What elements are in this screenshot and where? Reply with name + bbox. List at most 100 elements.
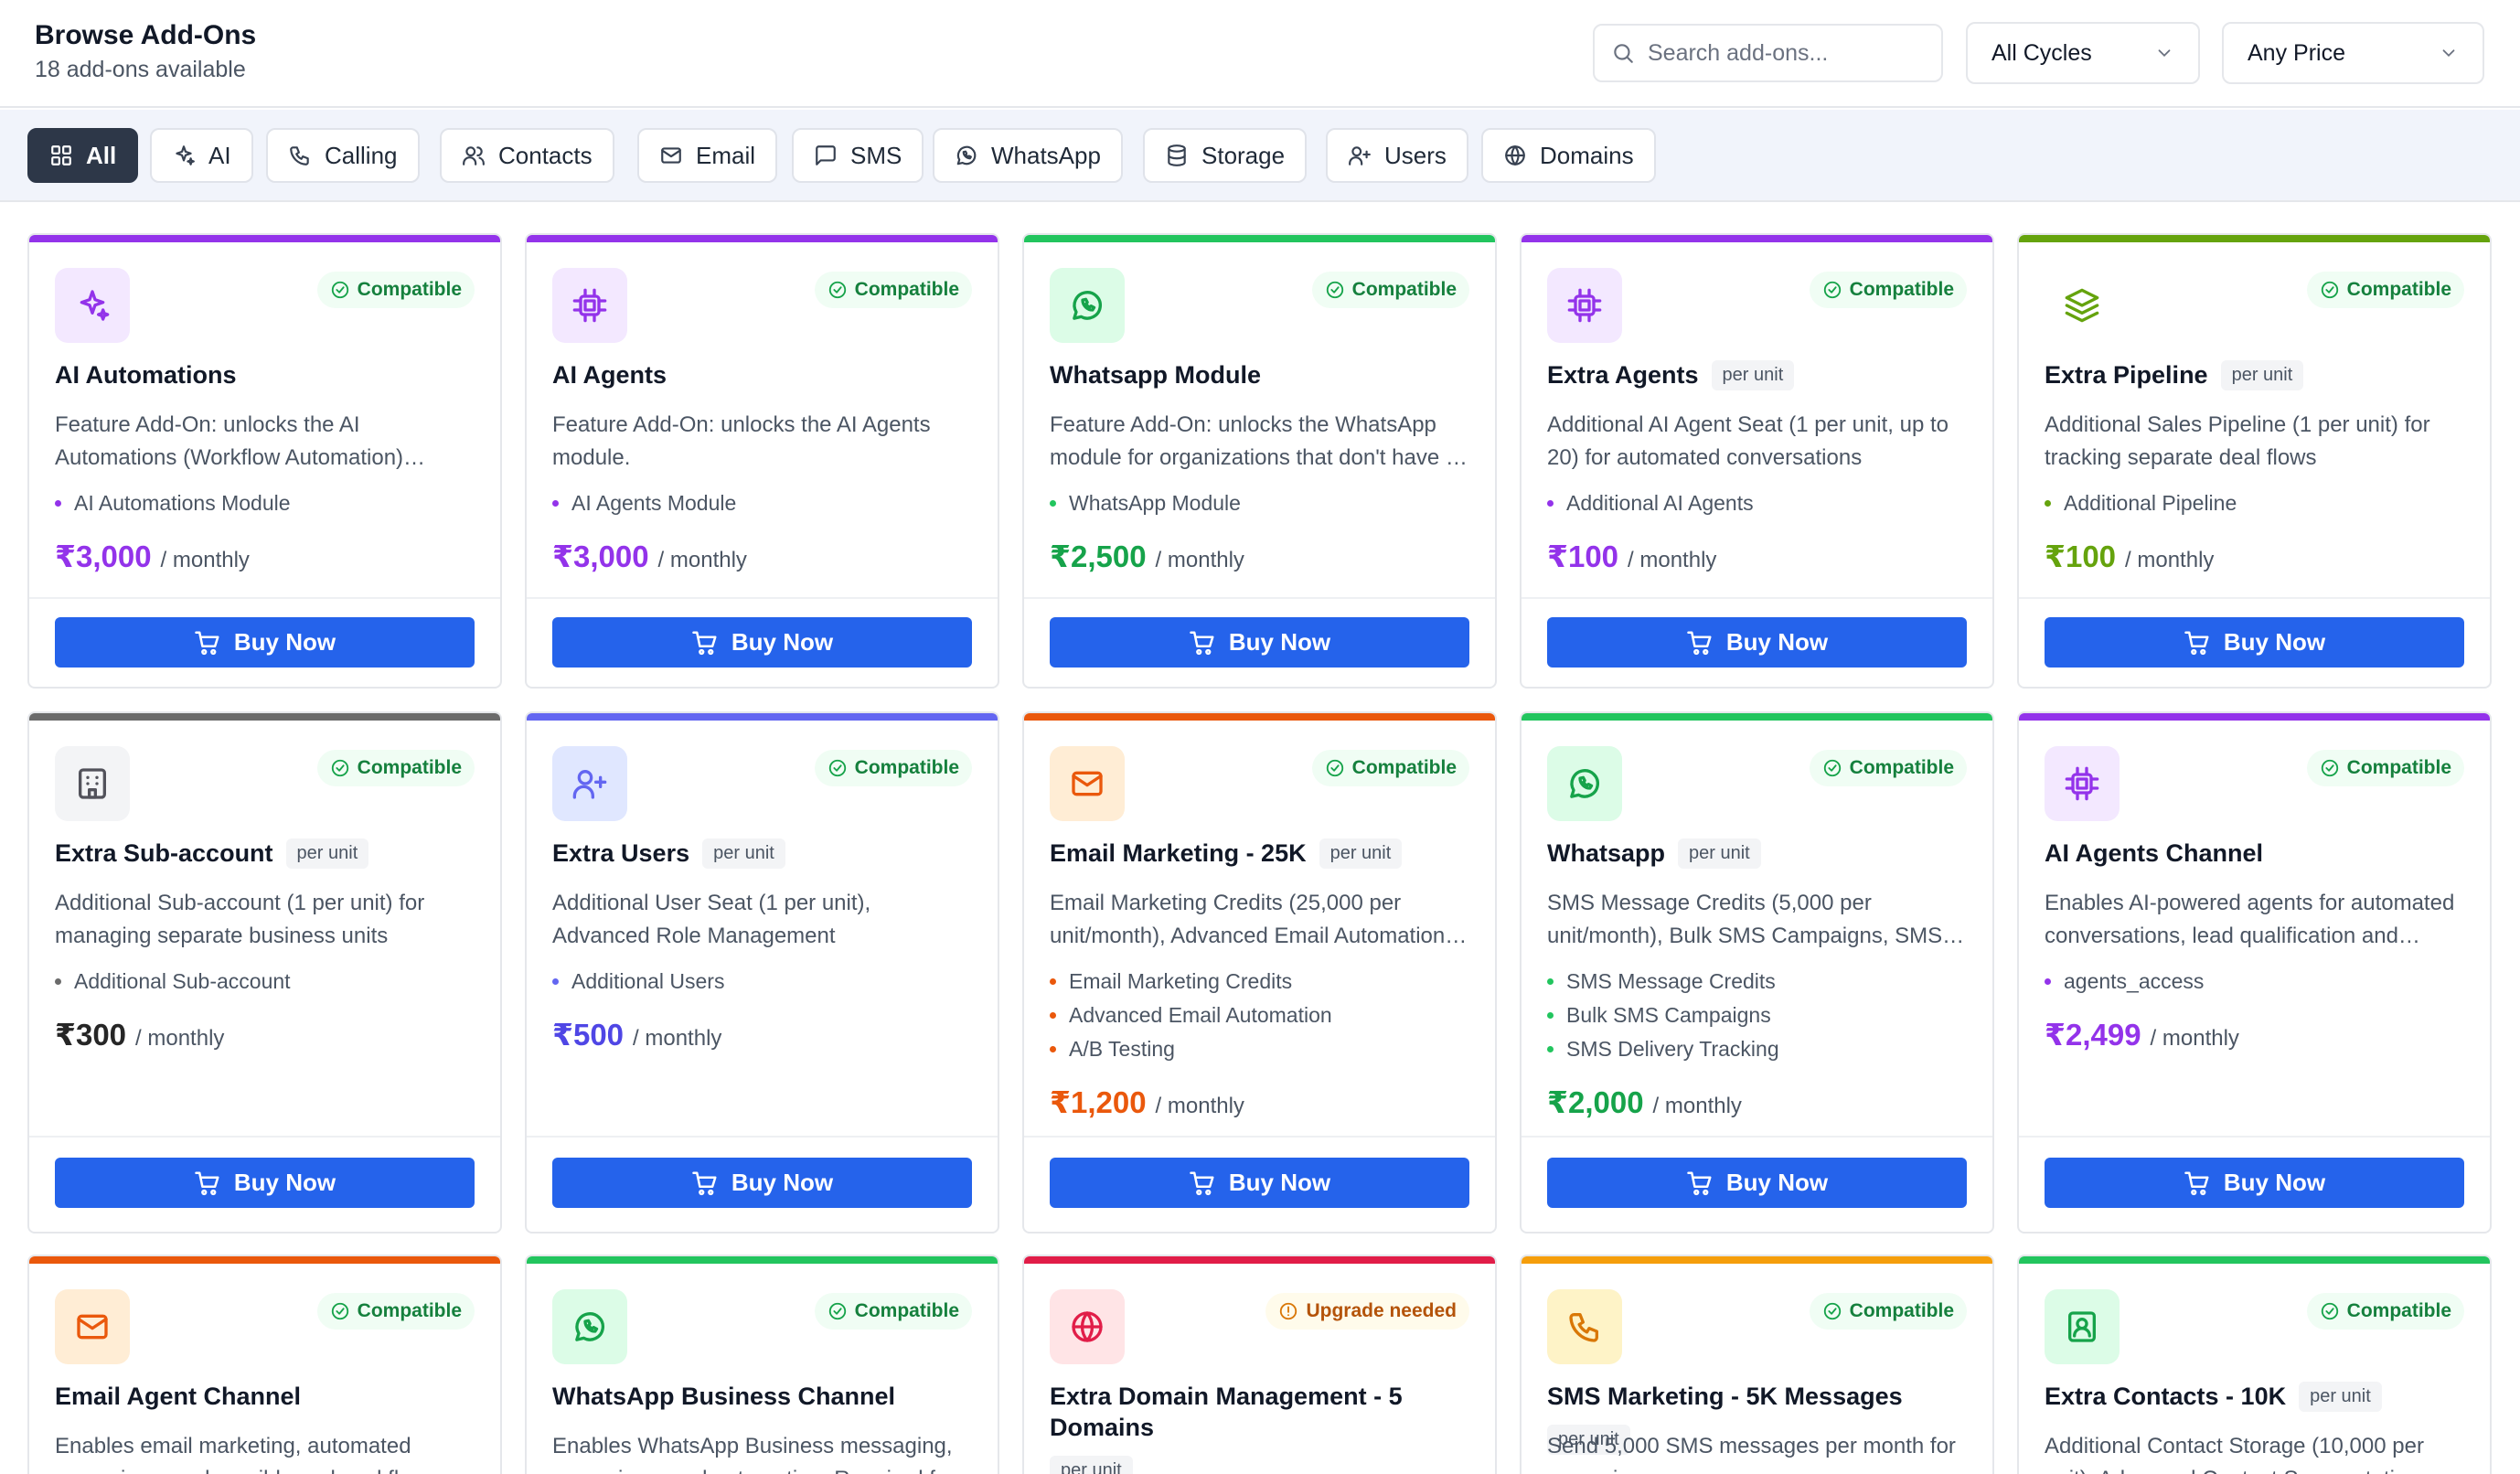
addon-card[interactable]: Compatible Extra Sub-account per unit Addit…: [27, 711, 502, 1234]
card-title-row: Whatsapp per unit: [1547, 838, 1967, 869]
per-unit-tag: per unit: [1678, 838, 1761, 869]
price-select[interactable]: Any Price: [2222, 22, 2484, 84]
feature-label: AI Automations Module: [74, 491, 291, 515]
addon-card[interactable]: Compatible Extra Agents per unit Additional…: [1520, 233, 1994, 689]
feature-label: Bulk SMS Campaigns: [1566, 1003, 1771, 1027]
buy-now-button[interactable]: Buy Now: [55, 617, 475, 668]
billing-period: / monthly: [135, 1026, 225, 1051]
feature-list: Additional Sub-account: [55, 965, 475, 999]
buy-now-button[interactable]: Buy Now: [552, 617, 972, 668]
tab-whatsapp[interactable]: WhatsApp: [933, 128, 1123, 183]
buy-now-label: Buy Now: [233, 1169, 336, 1196]
addon-description: Feature Add-On: unlocks the WhatsApp mod…: [1050, 412, 1457, 470]
addon-name: Email Agent Channel: [55, 1383, 302, 1410]
addon-card[interactable]: Compatible Extra Users per unit Additional …: [525, 711, 999, 1234]
badge-label: Compatible: [1849, 757, 1954, 778]
buy-now-button[interactable]: Buy Now: [1050, 617, 1469, 668]
addon-name: Extra Users: [552, 839, 690, 867]
cart-icon: [692, 631, 717, 655]
buy-now-button[interactable]: Buy Now: [55, 1158, 475, 1208]
message-icon: [816, 145, 836, 166]
check-circle-icon: [1326, 759, 1343, 777]
check-circle-icon: [331, 1302, 348, 1320]
feature-label: Additional Sub-account: [74, 969, 291, 993]
buy-now-label: Buy Now: [2223, 1169, 2326, 1196]
price-amount: ₹100: [2045, 539, 2117, 573]
price-amount: ₹3,000: [552, 539, 649, 573]
addon-description: Additional AI Agent Seat (1 per unit, up…: [1547, 412, 1949, 470]
card-icon-box: [55, 1289, 130, 1364]
addon-card[interactable]: Compatible Email Agent Channel Enables ema…: [27, 1255, 502, 1474]
addon-card[interactable]: Compatible Extra Pipeline per unit Addition…: [2017, 233, 2492, 689]
page-title: Browse Add-Ons: [35, 20, 257, 50]
whatsapp-icon: [1570, 769, 1599, 798]
feature-label: Advanced Email Automation: [1069, 1003, 1332, 1027]
card-title-row: Email Marketing - 25K per unit: [1050, 838, 1469, 869]
addon-card[interactable]: Compatible AI Automations Feature Add-On: …: [27, 233, 502, 689]
addon-card[interactable]: Compatible AI Agents Feature Add-On: unloc…: [525, 233, 999, 689]
addon-name: Extra Domain Management - 5 Domains: [1050, 1383, 1403, 1441]
tab-label: SMS: [850, 141, 902, 169]
tab-ai[interactable]: AI: [150, 128, 253, 183]
billing-cycle-select[interactable]: All Cycles: [1966, 22, 2200, 84]
addon-name: SMS Marketing - 5K Messages: [1547, 1383, 1903, 1410]
buy-now-button[interactable]: Buy Now: [1547, 1158, 1967, 1208]
card-footer: Buy Now: [29, 1136, 500, 1232]
card-accent-strip: [1522, 235, 1992, 242]
search-box[interactable]: [1593, 24, 1943, 82]
users-icon: [463, 146, 485, 166]
whatsapp-icon: [956, 145, 977, 166]
feature-item: Email Marketing Credits: [1050, 965, 1469, 999]
card-icon-box: [552, 268, 627, 343]
compatible-badge: Compatible: [1809, 750, 1967, 786]
addon-card[interactable]: Compatible Extra Contacts - 10K per unit Ad…: [2017, 1255, 2492, 1474]
billing-cycle-value: All Cycles: [1991, 39, 2092, 66]
tab-calling[interactable]: Calling: [266, 128, 420, 183]
tab-storage[interactable]: Storage: [1143, 128, 1308, 183]
addon-card[interactable]: Compatible Whatsapp per unit SMS Message Cr…: [1520, 711, 1994, 1234]
card-icon-box: [1050, 268, 1125, 343]
contact-icon: [2068, 1311, 2096, 1342]
search-input[interactable]: [1648, 39, 1922, 67]
addon-card[interactable]: Upgrade needed Extra Domain Management - …: [1022, 1255, 1497, 1474]
billing-period: / monthly: [1652, 1094, 1742, 1118]
tab-users[interactable]: Users: [1326, 128, 1468, 183]
cart-icon: [1190, 1171, 1214, 1195]
buy-now-button[interactable]: Buy Now: [2045, 1158, 2464, 1208]
tab-all[interactable]: All: [27, 128, 139, 183]
buy-now-button[interactable]: Buy Now: [1547, 617, 1967, 668]
buy-now-button[interactable]: Buy Now: [2045, 617, 2464, 668]
tab-sms[interactable]: SMS: [792, 128, 924, 183]
cart-icon: [2184, 631, 2209, 655]
feature-item: Additional Pipeline: [2045, 486, 2464, 520]
addon-card[interactable]: Compatible WhatsApp Business Channel Enabl…: [525, 1255, 999, 1474]
tab-contacts[interactable]: Contacts: [440, 128, 614, 183]
feature-item: AI Automations Module: [55, 486, 475, 520]
cart-icon: [1687, 1171, 1712, 1195]
addon-description: Additional Contact Storage (10,000 per u…: [2045, 1434, 2424, 1474]
addon-card[interactable]: Compatible Whatsapp Module Feature Add-On:…: [1022, 233, 1497, 689]
feature-label: Additional AI Agents: [1566, 491, 1754, 515]
buy-now-button[interactable]: Buy Now: [552, 1158, 972, 1208]
buy-now-button[interactable]: Buy Now: [1050, 1158, 1469, 1208]
chevron-down-icon: [2158, 49, 2171, 58]
addon-card[interactable]: Compatible AI Agents Channel Enables AI-po…: [2017, 711, 2492, 1234]
tab-domains[interactable]: Domains: [1481, 128, 1656, 183]
addon-card[interactable]: Compatible SMS Marketing - 5K Messages per…: [1520, 1255, 1994, 1474]
card-footer: Buy Now: [527, 597, 998, 687]
feature-list: Email Marketing Credits Advanced Email Au…: [1050, 965, 1469, 1066]
bullet-dot: [1050, 1012, 1056, 1019]
card-footer: Buy Now: [1024, 1136, 1495, 1232]
addon-name: WhatsApp Business Channel: [552, 1383, 896, 1410]
price-row: ₹2,500 / monthly: [1050, 539, 1244, 574]
addon-card[interactable]: Compatible Email Marketing - 25K per unit E…: [1022, 711, 1497, 1234]
tab-email[interactable]: Email: [637, 128, 778, 183]
addon-name: Extra Pipeline: [2045, 361, 2208, 389]
price-row: ₹100 / monthly: [1547, 539, 1716, 574]
bullet-dot: [55, 978, 61, 985]
database-icon: [1168, 144, 1186, 166]
buy-now-label: Buy Now: [1725, 628, 1829, 656]
badge-label: Compatible: [1351, 279, 1457, 300]
cart-icon: [195, 1171, 219, 1195]
feature-item: SMS Delivery Tracking: [1547, 1032, 1967, 1066]
